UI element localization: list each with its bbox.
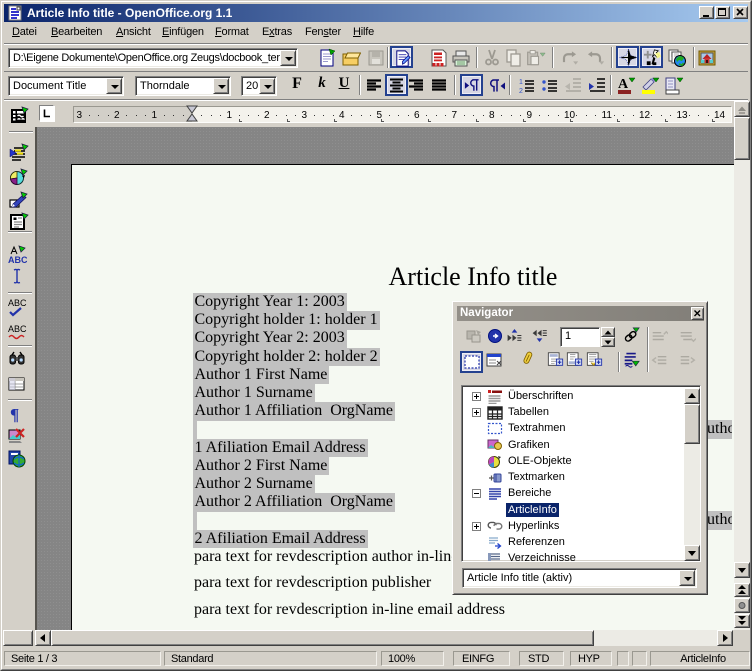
svg-text:¶: ¶: [10, 405, 19, 424]
svg-text:ABC: ABC: [8, 255, 27, 265]
svg-text:ABC: ABC: [8, 324, 27, 334]
svg-text:1: 1: [519, 79, 523, 86]
svg-text:A: A: [618, 77, 629, 92]
svg-text:ABC: ABC: [8, 298, 27, 308]
svg-text:2: 2: [519, 88, 523, 95]
